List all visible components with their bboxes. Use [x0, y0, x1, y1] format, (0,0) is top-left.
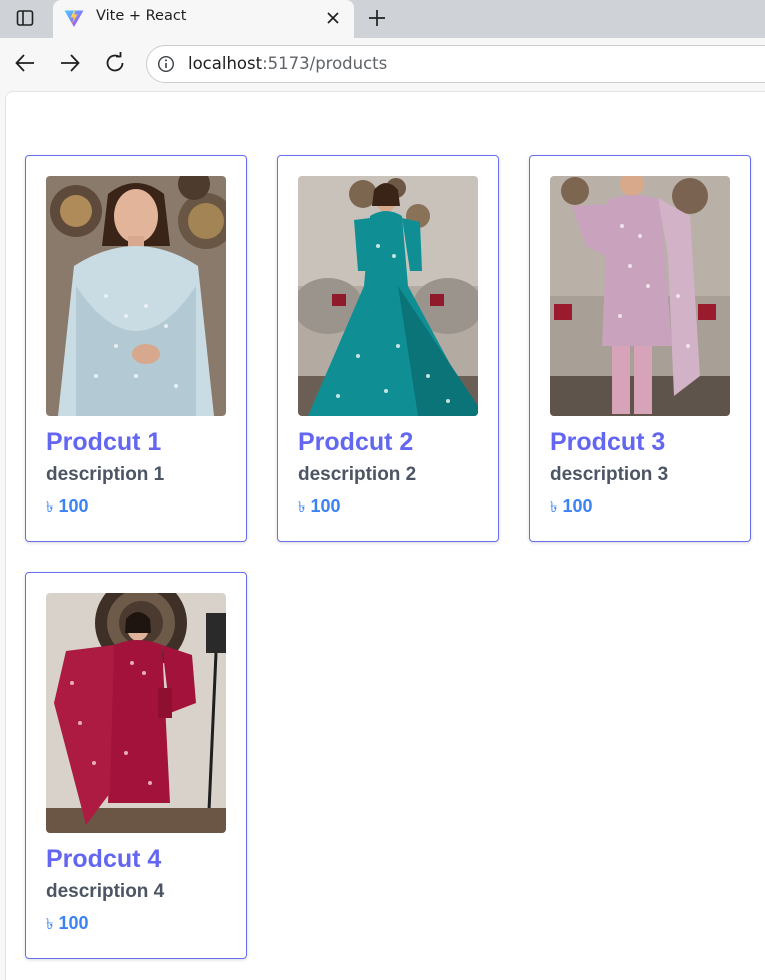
product-price: ৳ 100 [46, 496, 89, 521]
tab-actions-icon[interactable] [10, 4, 40, 32]
url-path: :5173/products [262, 54, 388, 73]
product-card-3[interactable]: Prodcut 3 description 3 ৳ 100 [529, 155, 751, 542]
product-title[interactable]: Prodcut 4 [46, 845, 161, 874]
product-image[interactable] [46, 176, 226, 416]
product-price: ৳ 100 [46, 913, 89, 938]
product-price: ৳ 100 [298, 496, 341, 521]
product-description: description 1 [46, 464, 165, 485]
product-description: description 3 [550, 464, 669, 485]
currency-symbol: ৳ [46, 916, 54, 933]
product-price: ৳ 100 [550, 496, 593, 521]
browser-tab[interactable]: Vite + React [53, 0, 354, 38]
reload-icon[interactable] [101, 49, 129, 77]
product-description: description 2 [298, 464, 417, 485]
browser-toolbar: localhost:5173/products [0, 38, 765, 88]
site-info-icon[interactable] [155, 53, 177, 75]
vite-logo-icon [63, 7, 85, 29]
product-card-2[interactable]: Prodcut 2 description 2 ৳ 100 [277, 155, 499, 542]
product-title[interactable]: Prodcut 1 [46, 428, 161, 457]
back-arrow-icon[interactable] [11, 49, 39, 77]
price-value: 100 [310, 496, 341, 516]
product-image[interactable] [298, 176, 478, 416]
price-value: 100 [562, 496, 593, 516]
address-bar[interactable]: localhost:5173/products [146, 45, 765, 83]
url-host: localhost [188, 54, 263, 73]
url-text[interactable]: localhost:5173/products [188, 54, 387, 73]
product-card-1[interactable]: Prodcut 1 description 1 ৳ 100 [25, 155, 247, 542]
currency-symbol: ৳ [298, 499, 306, 516]
price-value: 100 [58, 913, 89, 933]
price-value: 100 [58, 496, 89, 516]
product-description: description 4 [46, 881, 165, 902]
close-tab-icon[interactable] [323, 8, 343, 28]
currency-symbol: ৳ [550, 499, 558, 516]
product-image[interactable] [550, 176, 730, 416]
product-card-4[interactable]: Prodcut 4 description 4 ৳ 100 [25, 572, 247, 959]
currency-symbol: ৳ [46, 499, 54, 516]
new-tab-icon[interactable] [363, 5, 391, 31]
product-title[interactable]: Prodcut 2 [298, 428, 413, 457]
product-title[interactable]: Prodcut 3 [550, 428, 665, 457]
tab-title: Vite + React [96, 8, 187, 24]
forward-arrow-icon[interactable] [56, 49, 84, 77]
product-image[interactable] [46, 593, 226, 833]
browser-tab-strip: Vite + React [0, 0, 765, 38]
